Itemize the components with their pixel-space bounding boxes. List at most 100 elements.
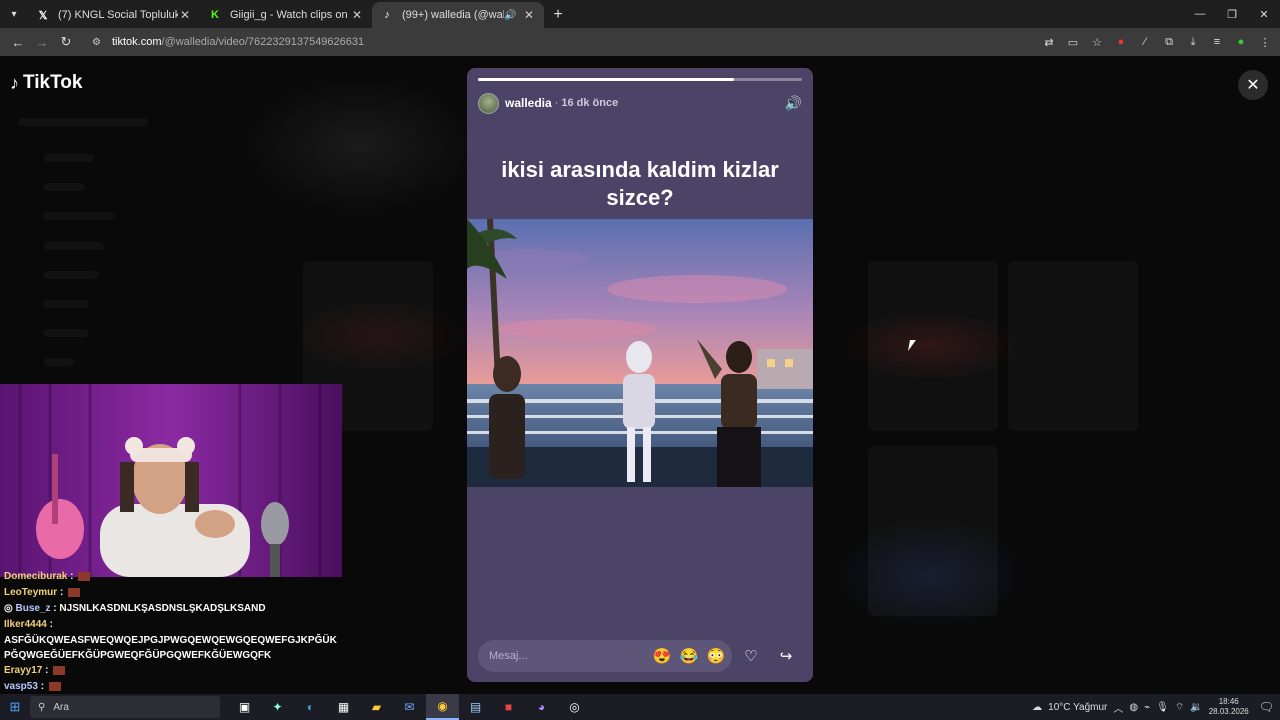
translate-icon[interactable]: ⇄ (1040, 33, 1058, 51)
media-control-icon[interactable]: ≡ (1208, 33, 1226, 51)
microphone-icon[interactable]: 🎙 (1156, 702, 1169, 713)
share-arrow-icon[interactable]: ↪ (770, 640, 802, 672)
browser-tab-kick[interactable]: K Giigii_g - Watch clips on Kick ✕ (200, 2, 372, 28)
chat-text: NJSNLKASDNLKŞASDNSLŞKADŞLKSAND (59, 603, 266, 614)
windows-start-icon[interactable]: ⊞ (0, 694, 30, 720)
notepad-icon[interactable]: ▤ (459, 694, 492, 720)
notification-icon[interactable]: 🗨 (1259, 700, 1274, 714)
forward-arrow-icon[interactable]: → (30, 30, 54, 54)
obs-icon[interactable]: ◎ (558, 694, 591, 720)
like-heart-icon[interactable]: ♡ (735, 640, 767, 672)
tiktok-logo-icon: ♪ (384, 9, 390, 21)
profile-icon[interactable]: ● (1232, 33, 1250, 51)
discord-icon[interactable]: ◕ (525, 694, 558, 720)
steam-icon[interactable]: ◍ (1129, 702, 1138, 713)
chat-username: Domeciburak (4, 571, 68, 582)
reload-icon[interactable]: ↻ (54, 30, 78, 54)
blurred-nav-item (44, 329, 89, 337)
close-icon: ✕ (1246, 77, 1260, 94)
chat-message: LeoTeymur : (0, 585, 342, 601)
weather-text[interactable]: 10°C Yağmur (1048, 702, 1107, 713)
laughing-emoji-button[interactable]: 😂 (678, 645, 700, 667)
store-icon[interactable]: ▦ (327, 694, 360, 720)
tab-title: Giigii_g - Watch clips on Kick (230, 9, 350, 21)
tab-search-chevron-icon[interactable]: ▾ (0, 0, 28, 28)
network-icon[interactable]: ⌁ (1144, 702, 1150, 713)
flushed-emoji-button[interactable]: 😳 (705, 645, 727, 667)
weather-cloud-icon[interactable]: ☁ (1032, 702, 1042, 713)
story-image (467, 219, 813, 487)
tab-audio-icon[interactable]: 🔊 (504, 10, 518, 21)
clock-date: 28.03.2026 (1208, 707, 1249, 716)
browser-tab-x[interactable]: 𝕏 (7) KNGL Social Topluluk / X ✕ (28, 2, 200, 28)
file-explorer-icon[interactable]: ▰ (360, 694, 393, 720)
chat-emote-icon (48, 681, 61, 691)
sunset-scene-illustration (467, 219, 813, 487)
browser-tab-tiktok[interactable]: ♪ (99+) walledia (@walledia) | 🔊 ✕ (372, 2, 544, 28)
mail-icon[interactable]: ✉ (393, 694, 426, 720)
edge-icon[interactable]: ◐ (294, 694, 327, 720)
system-tray: ☁ 10°C Yağmur ︿ ◍ ⌁ 🎙 ⌔ 🔉 18:46 28.03.20… (1032, 697, 1280, 717)
extension-red-icon[interactable]: ● (1112, 33, 1130, 51)
story-header: walledia · 16 dk önce 🔊 (478, 92, 802, 114)
close-viewer-button[interactable]: ✕ (1238, 70, 1268, 100)
site-info-icon[interactable]: ⚙ (92, 37, 106, 48)
blurred-nav-item (44, 271, 99, 279)
blurred-nav-item (44, 154, 94, 162)
message-placeholder: Mesaj... (489, 650, 528, 662)
chat-message: Ilker4444 : (4, 619, 53, 630)
address-bar[interactable]: ⚙ tiktok.com /@walledia/video/7622329137… (84, 30, 1004, 54)
taskbar-clock[interactable]: 18:46 28.03.2026 (1209, 697, 1249, 717)
tab-title: (99+) walledia (@walledia) | (402, 9, 504, 21)
taskbar-search[interactable]: ⚲ Ara (30, 696, 220, 718)
download-icon[interactable]: ⤓ (1184, 33, 1202, 51)
bookmark-star-icon[interactable]: ☆ (1088, 33, 1106, 51)
logo-text: TikTok (23, 72, 83, 93)
heart-eyes-emoji-button[interactable]: 😍 (651, 645, 673, 667)
speaker-icon[interactable]: 🔉 (1190, 702, 1202, 713)
volume-icon[interactable]: 🔊 (785, 95, 802, 112)
avatar[interactable] (478, 92, 499, 114)
cast-icon[interactable]: ▭ (1064, 33, 1082, 51)
streamer-webcam (0, 384, 342, 577)
blurred-video-card (868, 261, 998, 431)
blurred-search (18, 118, 148, 126)
story-viewer[interactable]: walledia · 16 dk önce 🔊 ikisi arasında k… (467, 68, 813, 682)
extensions-puzzle-icon[interactable]: ⧉ (1160, 33, 1178, 51)
new-tab-button[interactable]: + (544, 2, 572, 28)
blurred-video-card (868, 446, 998, 616)
app-red-icon[interactable]: ■ (492, 694, 525, 720)
story-username[interactable]: walledia (505, 96, 552, 110)
chat-message: vasp53 : (0, 679, 342, 694)
minimize-icon[interactable]: — (1184, 0, 1216, 28)
search-icon: ⚲ (38, 701, 46, 713)
extension-slash-icon[interactable]: ⁄ (1136, 33, 1154, 51)
back-arrow-icon[interactable]: ← (6, 30, 30, 54)
task-view-icon[interactable]: ▣ (228, 694, 261, 720)
story-progress-fill (478, 78, 734, 81)
window-close-icon[interactable]: ✕ (1248, 0, 1280, 28)
chrome-icon[interactable]: ◉ (426, 694, 459, 720)
x-logo-icon: 𝕏 (38, 9, 48, 22)
tab-close-icon[interactable]: ✕ (350, 8, 364, 22)
tab-title: (7) KNGL Social Topluluk / X (58, 9, 178, 21)
tab-close-icon[interactable]: ✕ (178, 8, 192, 22)
blurred-nav-item (44, 300, 89, 308)
tray-chevron-icon[interactable]: ︿ (1113, 700, 1123, 715)
chat-emote-icon (78, 571, 91, 581)
menu-kebab-icon[interactable]: ⋮ (1256, 33, 1274, 51)
chat-emote-icon (53, 665, 66, 675)
tab-close-icon[interactable]: ✕ (522, 8, 536, 22)
blurred-video-card (1008, 261, 1138, 431)
chat-message: Erayy17 : (0, 663, 342, 679)
taskbar-apps: ▣ ✦ ◐ ▦ ▰ ✉ ◉ ▤ ■ ◕ ◎ (228, 694, 591, 720)
chat-message: ◎ Buse_z : NJSNLKASDNLKŞASDNSLŞKADŞLKSAN… (4, 603, 266, 614)
story-progress-bar (478, 78, 802, 81)
message-row: Mesaj... 😍 😂 😳 ♡ ↪ (478, 640, 802, 672)
wifi-icon[interactable]: ⌔ (1175, 701, 1184, 714)
copilot-icon[interactable]: ✦ (261, 694, 294, 720)
chat-username: LeoTeymur (4, 587, 58, 598)
restore-icon[interactable]: ❐ (1216, 0, 1248, 28)
tiktok-logo[interactable]: ♪ TikTok (10, 72, 82, 94)
message-input[interactable]: Mesaj... 😍 😂 😳 (478, 640, 732, 672)
